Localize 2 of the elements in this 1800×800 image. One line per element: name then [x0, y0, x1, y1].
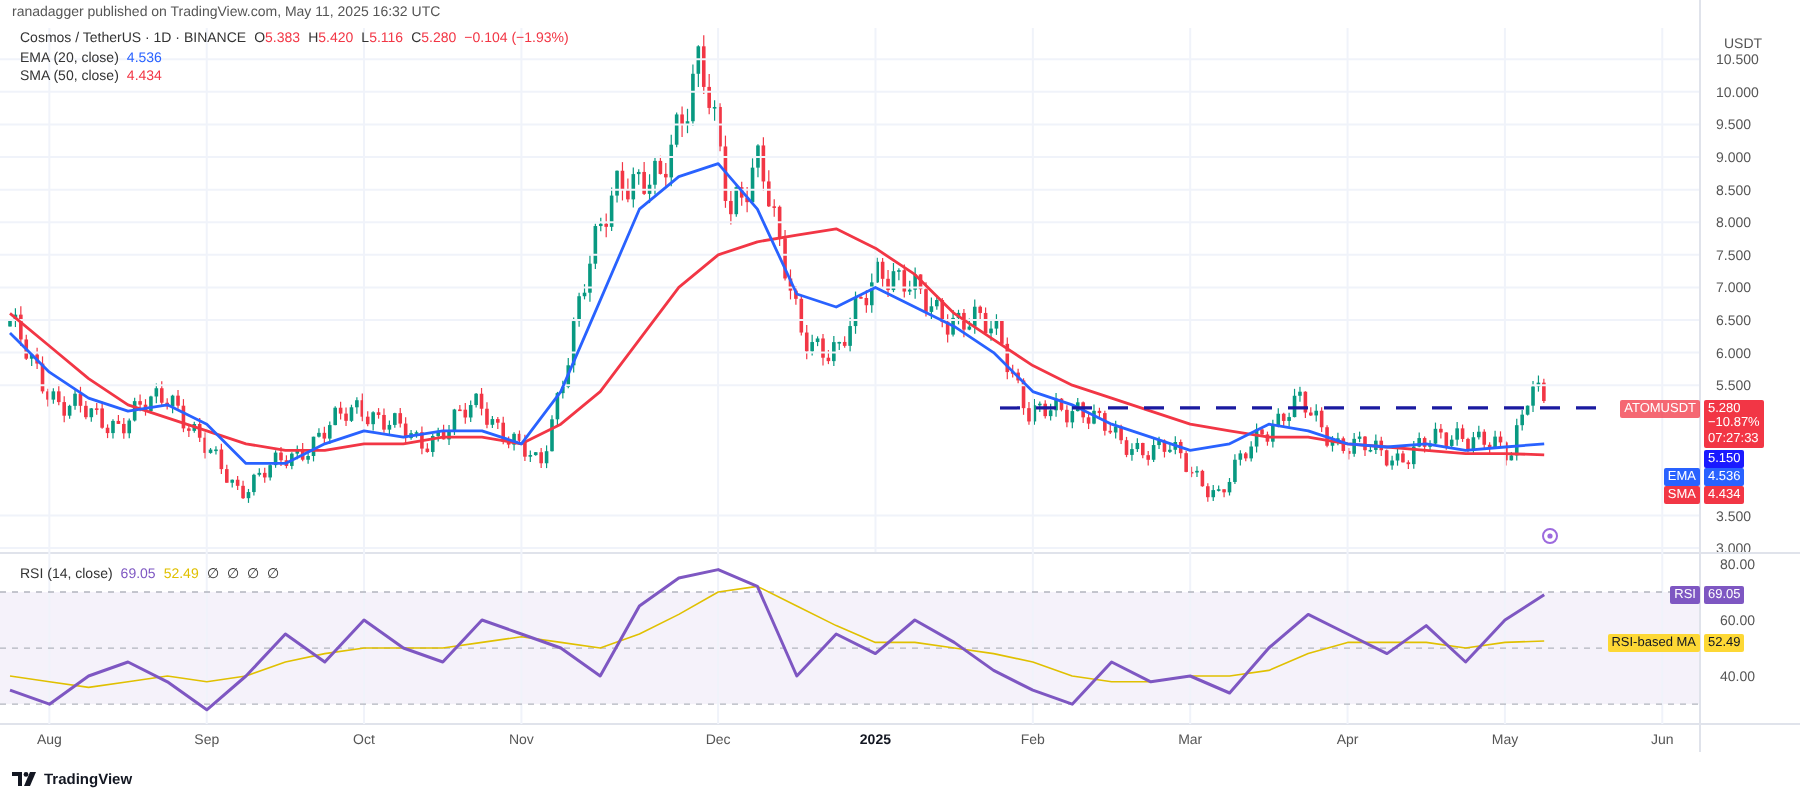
- logo-icon: [12, 772, 36, 787]
- event-icon: [1542, 528, 1558, 544]
